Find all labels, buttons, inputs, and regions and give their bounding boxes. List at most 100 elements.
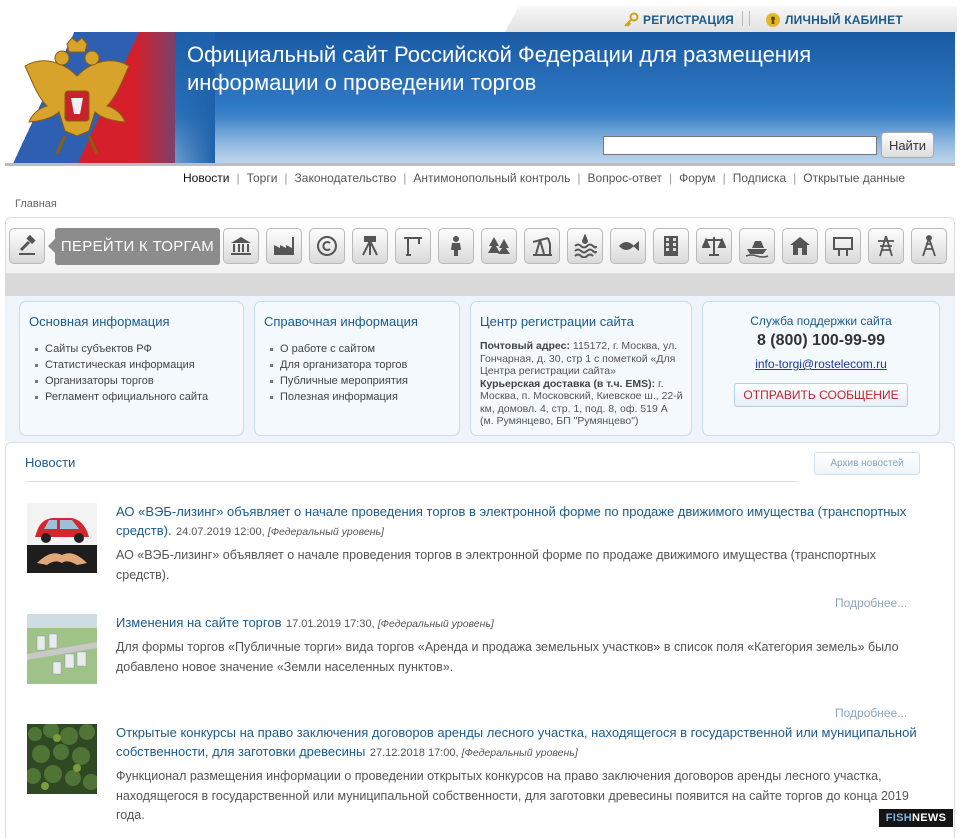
- support-email-link[interactable]: info-torgi@rostelecom.ru: [703, 357, 939, 371]
- nav-divider: |: [403, 171, 407, 185]
- support-panel: Служба поддержки сайта 8 (800) 100-99-99…: [702, 301, 940, 436]
- category-water[interactable]: [567, 228, 603, 264]
- news-divider: [25, 481, 799, 482]
- news-body: Функционал размещения информации о прове…: [116, 769, 909, 822]
- category-labor[interactable]: [438, 228, 474, 264]
- key-icon: [624, 12, 639, 27]
- category-housing[interactable]: [782, 228, 818, 264]
- keyhole-icon: [766, 13, 780, 27]
- factory-icon: [274, 237, 294, 255]
- bank-building-icon: [231, 237, 251, 255]
- go-to-auctions-button[interactable]: ПЕРЕЙТИ К ТОРГАМ: [48, 228, 220, 265]
- nav-news[interactable]: Новости: [183, 171, 229, 185]
- registration-link[interactable]: РЕГИСТРАЦИЯ: [623, 12, 734, 28]
- forest-image: [27, 724, 97, 794]
- surveyor-tripod-icon: [362, 236, 378, 256]
- nav-forum[interactable]: Форум: [679, 171, 715, 185]
- category-real-estate[interactable]: [653, 228, 689, 264]
- forest-icon: [488, 237, 510, 254]
- basic-info-panel: Основная информация Сайты субъектов РФ С…: [19, 301, 244, 436]
- nav-antimonopoly[interactable]: Антимонопольный контроль: [413, 171, 570, 185]
- nav-faq[interactable]: Вопрос-ответ: [588, 171, 662, 185]
- watermark-part2: NEWS: [912, 812, 947, 824]
- registration-label: РЕГИСТРАЦИЯ: [643, 13, 734, 27]
- search-button[interactable]: Найти: [881, 132, 934, 158]
- support-phone: 8 (800) 100-99-99: [756, 332, 886, 349]
- news-thumbnail-car[interactable]: [27, 503, 97, 573]
- boat-icon: [745, 241, 769, 258]
- watermark-part1: FISH: [885, 812, 913, 824]
- reference-info-panel: Справочная информация О работе с сайтом …: [254, 301, 460, 436]
- nav-legislation[interactable]: Законодательство: [295, 171, 397, 185]
- basic-info-title[interactable]: Основная информация: [29, 314, 243, 329]
- category-advertising[interactable]: [825, 228, 861, 264]
- breadcrumb[interactable]: Главная: [15, 198, 57, 210]
- reference-info-item[interactable]: О работе с сайтом: [270, 341, 459, 357]
- category-intellectual-property[interactable]: [309, 228, 345, 264]
- basic-info-item[interactable]: Регламент официального сайта: [35, 389, 243, 405]
- billboard-icon: [833, 237, 853, 256]
- search-input[interactable]: [603, 136, 877, 155]
- nav-divider: |: [236, 171, 240, 185]
- news-more-link[interactable]: Подробнее...: [835, 706, 907, 720]
- category-subsoil[interactable]: [524, 228, 560, 264]
- reference-info-title[interactable]: Справочная информация: [264, 314, 459, 329]
- nav-open-data[interactable]: Открытые данные: [803, 171, 905, 185]
- aerial-buildings-image: [27, 614, 97, 684]
- reference-info-item[interactable]: Публичные мероприятия: [270, 373, 459, 389]
- top-utility-bar: РЕГИСТРАЦИЯ ЛИЧНЫЙ КАБИНЕТ: [505, 6, 957, 32]
- news-level: [Федеральный уровень]: [267, 526, 384, 538]
- news-level: [Федеральный уровень]: [377, 618, 494, 630]
- courier-delivery-label: Курьерская доставка (в т.ч. EMS):: [480, 377, 656, 390]
- news-text: Открытые конкурсы на право заключения до…: [116, 723, 928, 826]
- category-strip-footer: [5, 274, 955, 296]
- construction-crane-icon: [404, 237, 422, 256]
- category-construction[interactable]: [395, 228, 431, 264]
- oil-pump-icon: [532, 237, 552, 256]
- news-headline[interactable]: Изменения на сайте торгов: [116, 615, 282, 630]
- news-thumbnail-aerial[interactable]: [27, 614, 97, 684]
- category-gavel[interactable]: [9, 228, 45, 264]
- category-industry[interactable]: [266, 228, 302, 264]
- nav-auctions[interactable]: Торги: [247, 171, 278, 185]
- reference-info-item[interactable]: Полезная информация: [270, 389, 459, 405]
- house-icon: [790, 237, 810, 255]
- category-electricity[interactable]: [868, 228, 904, 264]
- support-title: Служба поддержки сайта: [750, 314, 892, 328]
- category-vehicles[interactable]: [739, 228, 775, 264]
- news-thumbnail-forest[interactable]: [27, 724, 97, 794]
- site-title-line2: информации о проведении торгов: [187, 70, 537, 95]
- postal-address-label: Почтовый адрес:: [480, 340, 570, 352]
- news-more-link[interactable]: Подробнее...: [835, 596, 907, 610]
- send-message-button[interactable]: ОТПРАВИТЬ СООБЩЕНИЕ: [734, 383, 908, 407]
- header-divider: [5, 163, 955, 166]
- nav-divider: |: [284, 171, 288, 185]
- category-forest[interactable]: [481, 228, 517, 264]
- personal-cabinet-link[interactable]: ЛИЧНЫЙ КАБИНЕТ: [765, 12, 903, 28]
- news-body: АО «ВЭБ-лизинг» объявляет о начале прове…: [116, 548, 876, 582]
- category-communications[interactable]: [911, 228, 947, 264]
- apartment-building-icon: [664, 236, 678, 256]
- news-date: 17.01.2019 17:30: [285, 618, 372, 630]
- power-line-icon: [878, 235, 894, 257]
- main-navigation: Новости | Торги | Законодательство | Антимо…: [183, 171, 905, 185]
- news-body: Для формы торгов «Публичные торги» вида …: [116, 640, 899, 674]
- coat-of-arms-icon[interactable]: [17, 36, 137, 158]
- basic-info-item[interactable]: Статистическая информация: [35, 357, 243, 373]
- category-fishery[interactable]: [610, 228, 646, 264]
- reference-info-item[interactable]: Для организатора торгов: [270, 357, 459, 373]
- car-handshake-image: [27, 503, 97, 573]
- reference-info-list: О работе с сайтом Для организатора торго…: [270, 341, 459, 405]
- category-survey[interactable]: [352, 228, 388, 264]
- category-bankruptcy[interactable]: [696, 228, 732, 264]
- nav-divider: |: [668, 171, 673, 185]
- nav-subscription[interactable]: Подписка: [733, 171, 786, 185]
- gavel-icon: [19, 234, 36, 255]
- basic-info-item[interactable]: Организаторы торгов: [35, 373, 243, 389]
- news-archive-button[interactable]: Архив новостей: [814, 452, 920, 475]
- site-title: Официальный сайт Российской Федерации дл…: [187, 41, 887, 97]
- basic-info-item[interactable]: Сайты субъектов РФ: [35, 341, 243, 357]
- site-title-line1: Официальный сайт Российской Федерации дл…: [187, 42, 812, 67]
- category-property[interactable]: [223, 228, 259, 264]
- news-section-title: Новости: [25, 455, 76, 470]
